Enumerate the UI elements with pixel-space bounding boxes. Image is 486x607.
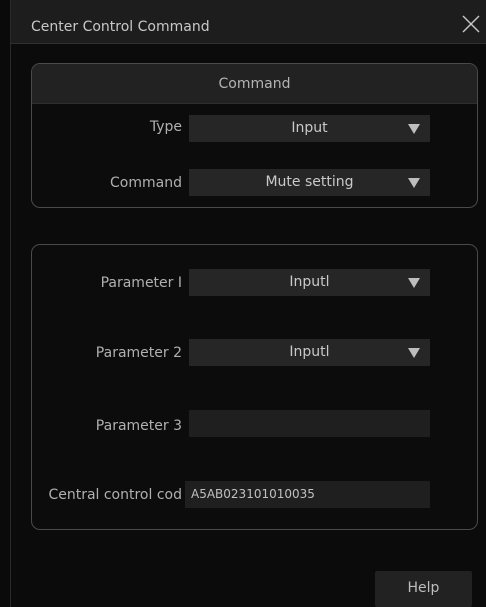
parameter-2-value: Inputl [289, 344, 330, 360]
parameter-1-select[interactable]: Inputl [189, 269, 430, 296]
central-control-code-label: Central control cod [48, 487, 182, 503]
parameter-1-value: Inputl [289, 274, 330, 290]
center-control-dialog: Center Control Command Command Type Inpu… [10, 0, 486, 607]
command-group-header: Command [32, 64, 477, 104]
chevron-down-icon [408, 348, 420, 358]
help-button[interactable]: Help [375, 571, 472, 606]
dialog-title: Center Control Command [31, 19, 210, 35]
parameter-2-label: Parameter 2 [95, 345, 182, 361]
central-control-code-field[interactable]: A5AB023101010035 [185, 481, 430, 508]
type-select-value: Input [291, 120, 328, 136]
parameter-2-select[interactable]: Inputl [189, 339, 430, 366]
command-select[interactable]: Mute setting [189, 169, 430, 196]
chevron-down-icon [408, 124, 420, 134]
title-bar: Center Control Command [11, 0, 486, 44]
type-label: Type [149, 119, 182, 135]
command-label: Command [110, 175, 182, 191]
type-select[interactable]: Input [189, 115, 430, 142]
command-select-value: Mute setting [265, 174, 354, 190]
close-icon[interactable] [461, 14, 481, 34]
chevron-down-icon [408, 278, 420, 288]
chevron-down-icon [408, 178, 420, 188]
parameter-1-label: Parameter I [100, 275, 182, 291]
parameter-3-field[interactable] [189, 410, 430, 437]
parameter-3-label: Parameter 3 [95, 418, 182, 434]
